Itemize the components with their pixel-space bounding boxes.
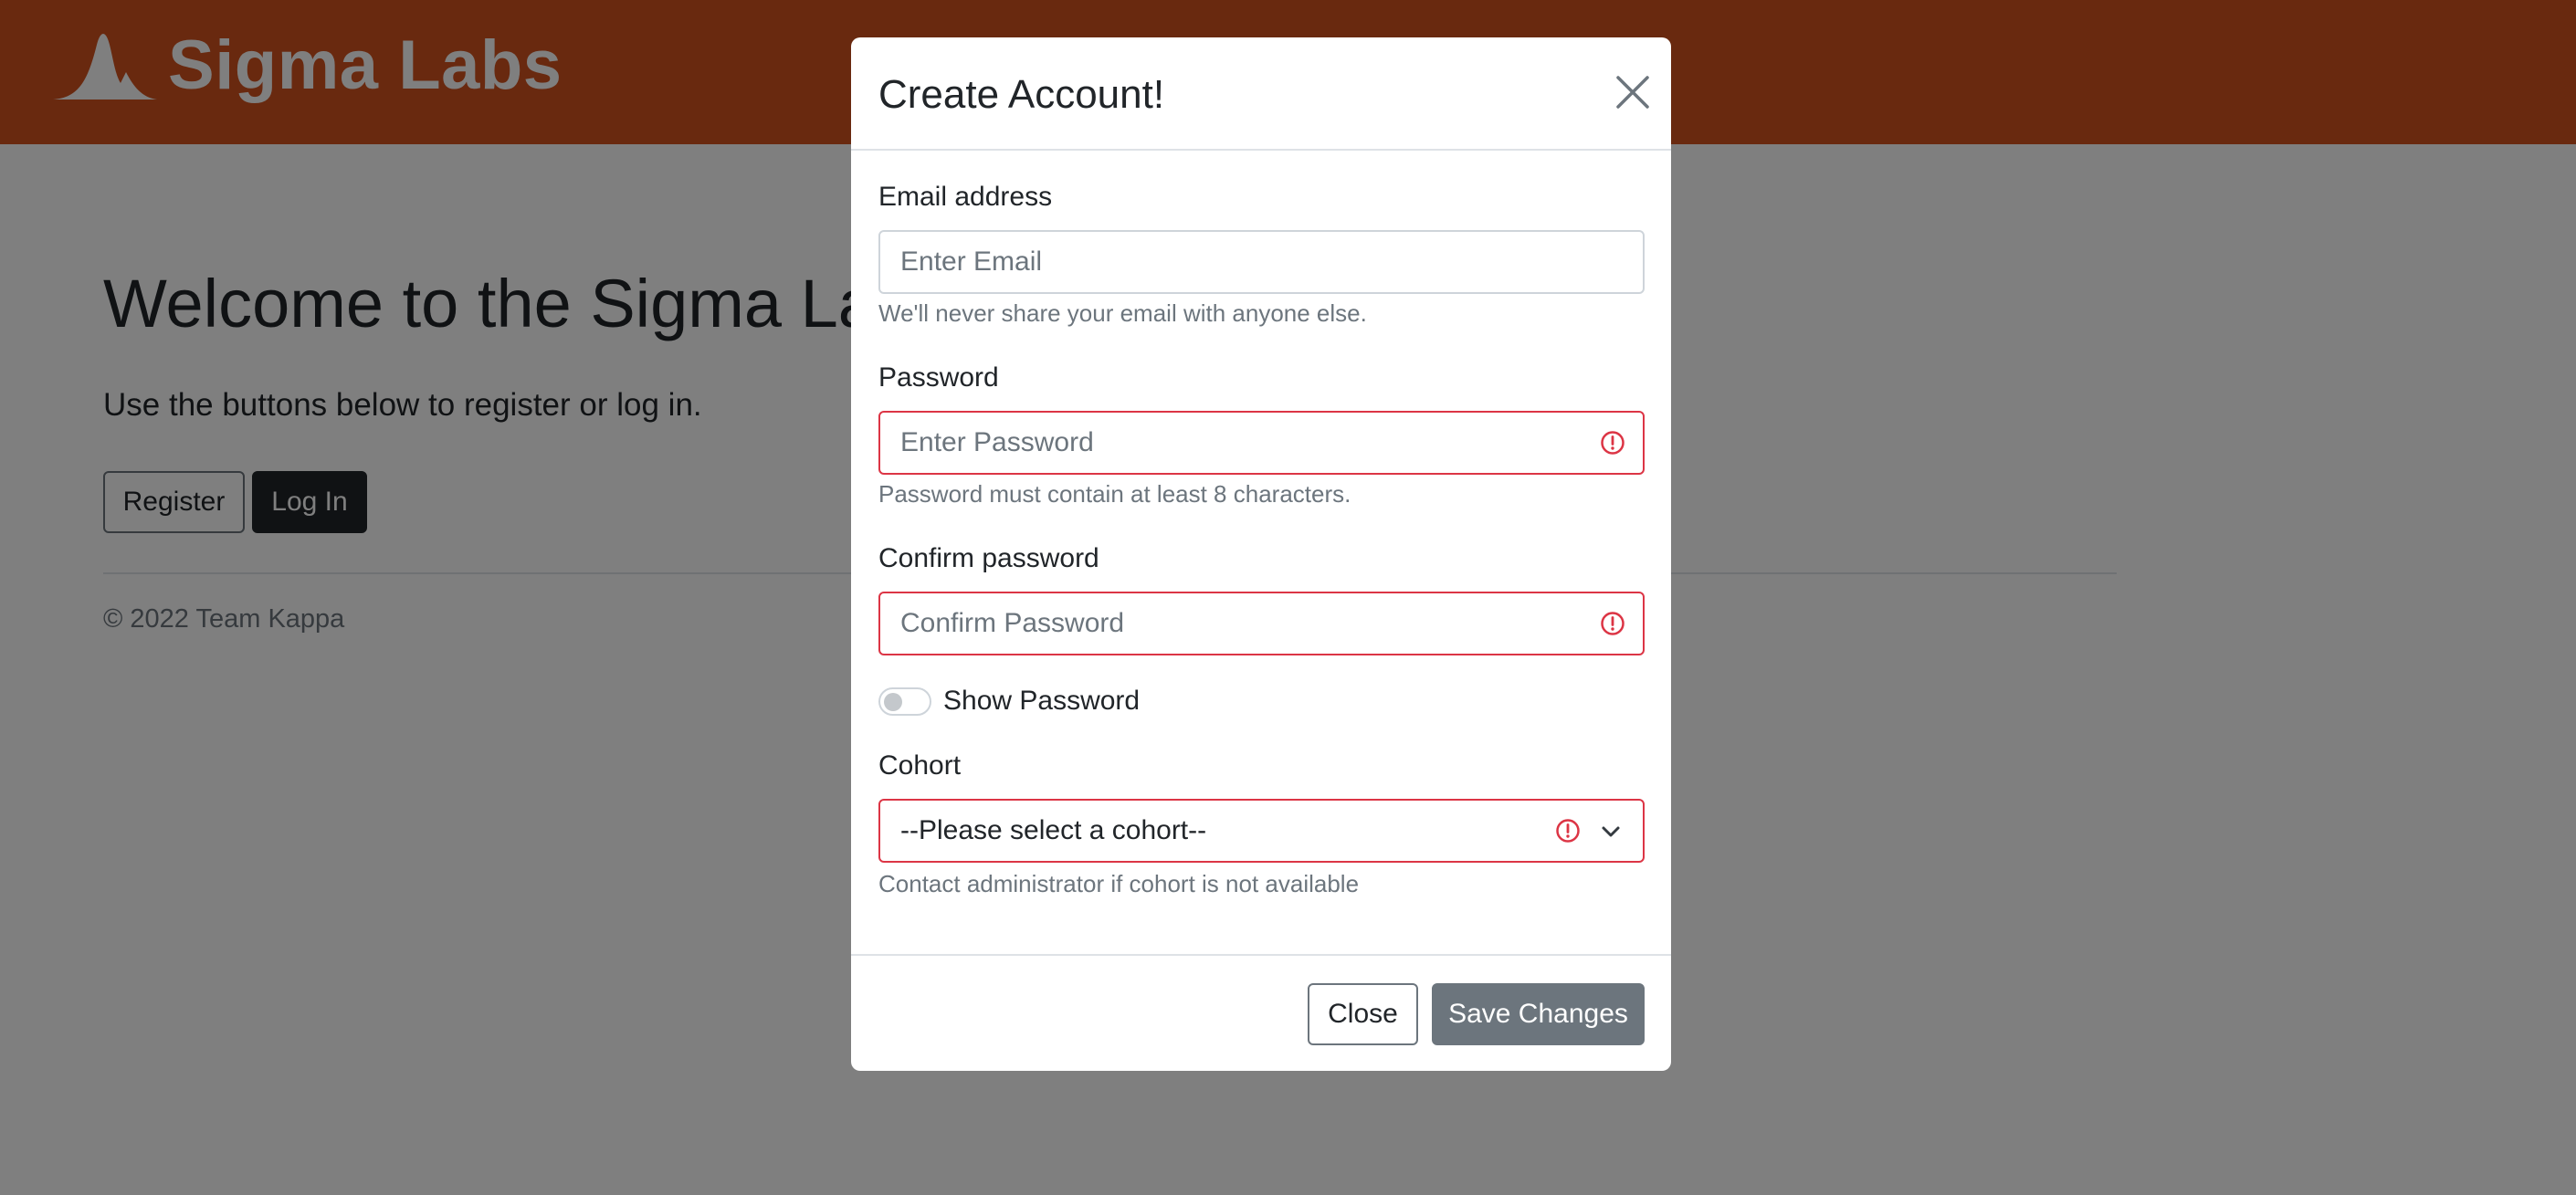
confirm-password-label: Confirm password [878, 543, 1099, 573]
close-icon[interactable] [1613, 72, 1653, 112]
cohort-select[interactable]: --Please select a cohort-- [878, 799, 1645, 863]
toggle-knob [884, 693, 902, 711]
show-password-label[interactable]: Show Password [943, 686, 1140, 717]
password-field[interactable] [878, 411, 1645, 475]
email-help-text: We'll never share your email with anyone… [878, 299, 1367, 327]
exclamation-circle-icon [1601, 612, 1624, 635]
show-password-toggle[interactable] [878, 687, 931, 716]
close-button[interactable]: Close [1308, 983, 1418, 1045]
modal-title: Create Account! [878, 72, 1165, 117]
modal-header: Create Account! [851, 37, 1671, 151]
cohort-help-text: Contact administrator if cohort is not a… [878, 870, 1360, 897]
exclamation-circle-icon [1601, 431, 1624, 455]
save-changes-button[interactable]: Save Changes [1432, 983, 1645, 1045]
modal-footer: Close Save Changes [851, 954, 1671, 1071]
chevron-down-icon [1602, 826, 1620, 837]
create-account-modal: Create Account! Email address We'll neve… [851, 37, 1671, 1071]
cohort-select-value: --Please select a cohort-- [900, 815, 1207, 845]
cohort-label: Cohort [878, 750, 962, 781]
email-field[interactable] [878, 230, 1645, 294]
exclamation-circle-icon [1556, 819, 1580, 843]
password-label: Password [878, 362, 999, 393]
confirm-password-field[interactable] [878, 592, 1645, 655]
email-label: Email address [878, 182, 1053, 212]
password-help-text: Password must contain at least 8 charact… [878, 480, 1351, 508]
